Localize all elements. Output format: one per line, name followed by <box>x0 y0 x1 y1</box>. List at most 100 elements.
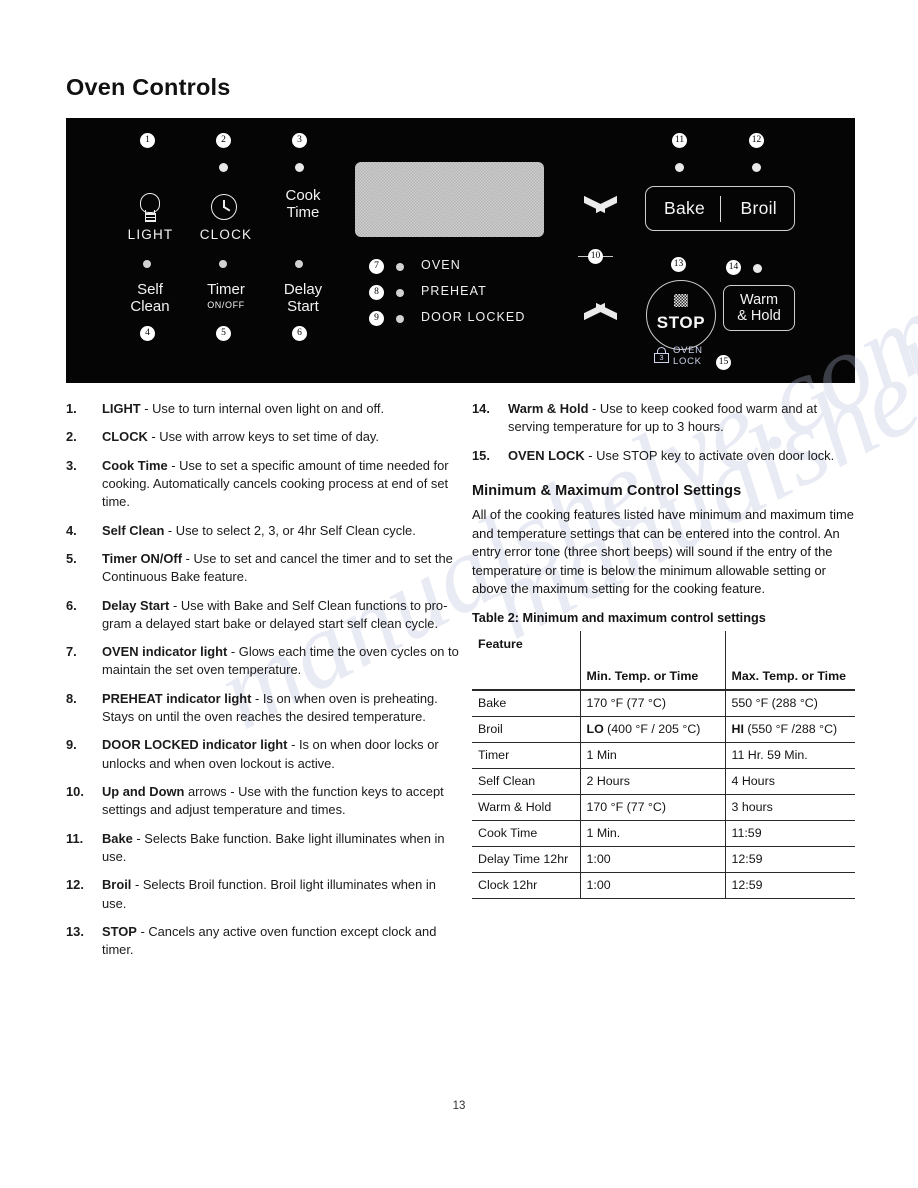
table-caption-text: Minimum and maximum control settings <box>522 610 766 625</box>
oven-lock-label-line2: LOCK <box>673 355 702 367</box>
cell-max: 11 Hr. 59 Min. <box>724 742 855 769</box>
cell-max: 3 hours <box>724 794 855 821</box>
column-header-feature: Feature <box>472 630 580 691</box>
cell-min-text: 1:00 <box>586 851 611 866</box>
list-item: 15. OVEN LOCK - Use STOP key to activate… <box>472 447 856 465</box>
list-item: 13. STOP - Cancels any active oven funct… <box>66 923 462 960</box>
table-row: Warm & Hold 170 °F (77 °C) 3 hours <box>472 794 855 821</box>
stop-button[interactable]: STOP <box>646 280 716 350</box>
cell-min-bold: LO <box>586 721 604 736</box>
bake-broil-button[interactable]: Bake Broil <box>645 186 795 231</box>
table-row: Timer 1 Min 11 Hr. 59 Min. <box>472 742 855 769</box>
callout-11: 11 <box>672 133 687 148</box>
list-item-term: CLOCK <box>102 429 148 445</box>
callout-14: 14 <box>726 260 741 275</box>
callout-3: 3 <box>292 133 307 148</box>
indicator-label-oven: OVEN <box>421 258 461 272</box>
up-arrow-icon[interactable] <box>584 197 618 214</box>
cell-max-text: 550 °F (288 °C) <box>731 695 818 710</box>
cell-min: 170 °F (77 °C) <box>579 689 725 717</box>
callout-12: 12 <box>749 133 764 148</box>
list-item-number: 15. <box>472 447 490 463</box>
cell-min-text: 170 °F (77 °C) <box>586 695 666 710</box>
cell-min-text: 1:00 <box>586 877 611 892</box>
cell-max-text: 11 Hr. 59 Min. <box>731 747 808 762</box>
right-column: 14. Warm & Hold - Use to keep cooked foo… <box>472 400 856 899</box>
page-number: 13 <box>452 1100 466 1112</box>
callout-2: 2 <box>216 133 231 148</box>
list-item-term: LIGHT <box>102 401 141 416</box>
indicator-dot-cook-time <box>295 163 304 172</box>
list-item-text: - Selects Broil function. Broil light il… <box>102 877 436 911</box>
cell-min: 2 Hours <box>579 768 725 795</box>
cell-max-text: 11:59 <box>731 825 762 840</box>
light-bulb-icon <box>137 193 163 223</box>
list-item: 8. PREHEAT indicator light - Is on when … <box>66 690 462 727</box>
list-item-term: Up and Down <box>102 784 185 799</box>
callout-1: 1 <box>140 133 155 148</box>
list-item-number: 11. <box>66 830 84 846</box>
key-label-cook-time-line1: Cook <box>285 187 321 204</box>
indicator-dot-self-clean <box>143 260 151 268</box>
list-item-term: Cook Time <box>102 457 168 473</box>
list-item-number: 14. <box>472 401 490 416</box>
indicator-dot-broil <box>752 163 761 172</box>
list-item-term: STOP <box>102 923 137 939</box>
list-item-number: 10. <box>66 784 84 799</box>
cell-max-text: 12:59 <box>731 851 763 866</box>
cell-min-text: (400 °F / 205 °C) <box>603 721 701 736</box>
cell-max: 12:59 <box>724 846 855 873</box>
cell-feature: Self Clean <box>472 768 580 795</box>
callout-13: 13 <box>671 257 686 272</box>
section-heading: Minimum & Maximum Control Settings <box>472 482 742 499</box>
cell-min-text: 2 Hours <box>586 773 630 788</box>
indicator-dot-clock <box>219 163 228 172</box>
cell-feature: Bake <box>472 689 580 717</box>
cell-max-text: 4 Hours <box>731 773 775 788</box>
indicator-dot-oven <box>396 263 404 271</box>
cell-feature: Timer <box>472 742 580 769</box>
list-item-term: Broil <box>102 877 132 893</box>
cell-min-text: 170 °F (77 °C) <box>586 799 666 814</box>
key-label-delay-start-line1: Delay <box>283 281 323 298</box>
broil-button-label: Broil <box>740 198 777 218</box>
page-title: Oven Controls <box>66 74 231 100</box>
indicator-label-preheat: PREHEAT <box>421 284 487 298</box>
list-item-number: 5. <box>66 550 77 566</box>
column-header-max: Max. Temp. or Time <box>724 630 855 691</box>
callout-8: 8 <box>369 285 384 300</box>
list-item-number: 1. <box>66 401 77 416</box>
indicator-label-door-locked: DOOR LOCKED <box>421 310 526 324</box>
cell-min-text: 1 Min <box>586 747 617 762</box>
key-label-cook-time-line2: Time <box>286 204 320 221</box>
list-item-number: 7. <box>66 644 77 660</box>
callout-10: 10 <box>588 249 603 264</box>
cell-feature: Warm & Hold <box>472 794 580 821</box>
warm-hold-label-line2: & Hold <box>737 308 781 325</box>
manual-page: manualshelve.com manualshelve.com Oven C… <box>0 0 918 1188</box>
list-item-number: 13. <box>66 923 84 939</box>
down-arrow-icon[interactable] <box>584 304 618 321</box>
cell-max: 11:59 <box>724 820 855 847</box>
list-item-term: Warm & Hold <box>508 401 589 416</box>
cell-max: 12:59 <box>724 872 855 899</box>
cell-min: 1 Min. <box>579 820 725 847</box>
indicator-dot-warm-hold <box>753 264 762 273</box>
leader-line <box>603 256 613 257</box>
list-item-text: - Use with arrow keys to set time of day… <box>147 429 379 445</box>
list-item: 3. Cook Time - Use to set a specific amo… <box>66 457 462 512</box>
key-label-self-clean-line1: Self <box>137 281 163 298</box>
list-item-term: OVEN indicator light <box>102 644 228 660</box>
list-item-term: Bake <box>102 830 133 846</box>
list-item-number: 3. <box>66 457 77 473</box>
cell-feature: Clock 12hr <box>472 872 580 899</box>
list-item-term: DOOR LOCKED indicator light <box>102 737 288 753</box>
list-item-text: - Cancels any active oven function excep… <box>102 923 437 958</box>
warm-hold-button[interactable]: Warm & Hold <box>723 285 795 331</box>
callout-4: 4 <box>140 326 155 341</box>
list-item: 5. Timer ON/Off - Use to set and cancel … <box>66 550 462 587</box>
list-item: 7. OVEN indicator light - Glows each tim… <box>66 643 462 680</box>
oven-lock-label: OVEN LOCK <box>673 345 703 367</box>
list-item: 6. Delay Start - Use with Bake and Self … <box>66 597 462 634</box>
list-item-number: 9. <box>66 737 77 753</box>
